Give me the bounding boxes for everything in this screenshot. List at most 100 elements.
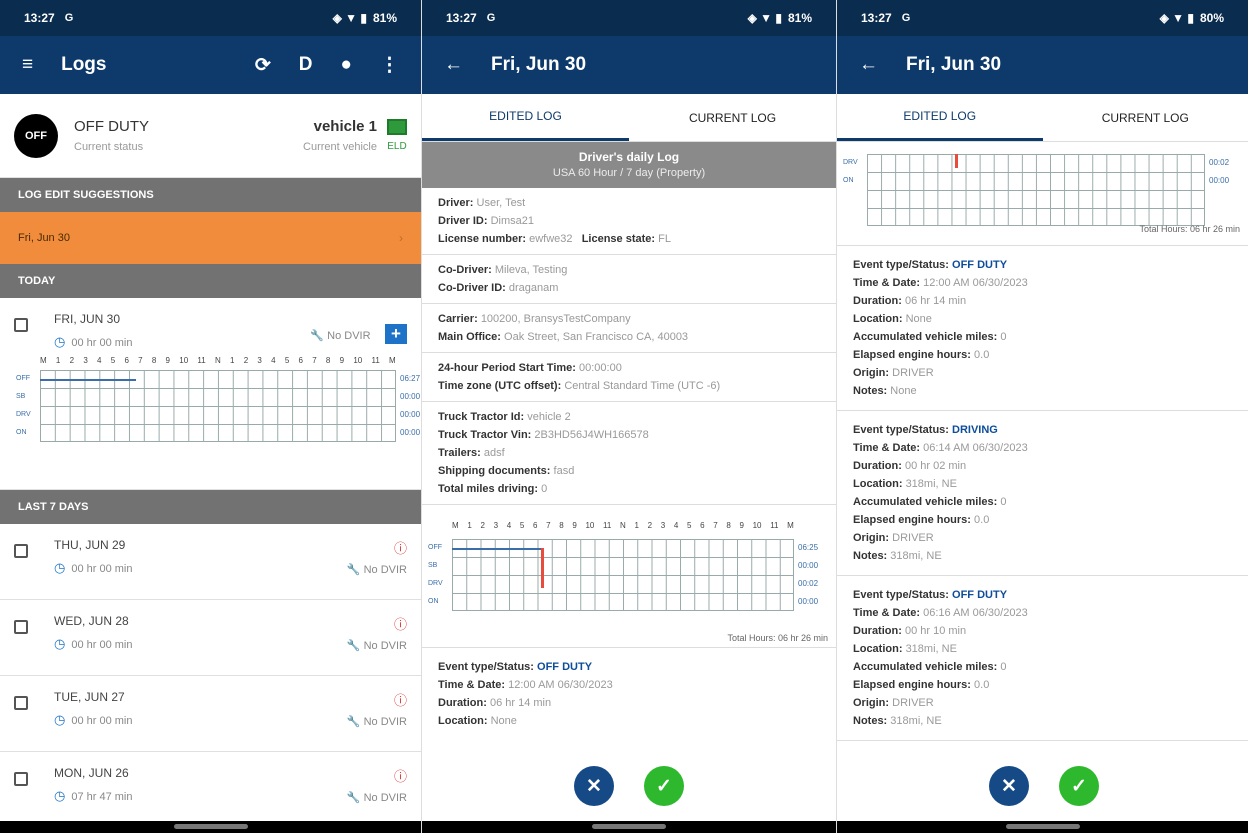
event-status: OFF DUTY — [952, 589, 1008, 601]
accept-button[interactable]: ✓ — [644, 766, 684, 806]
home-handle[interactable] — [592, 824, 666, 829]
hour-label: 5 — [686, 521, 692, 530]
event-duration: 06 hr 14 min — [904, 295, 967, 307]
field-label: Origin: — [853, 367, 890, 379]
clock-icon: ◷ — [54, 560, 66, 575]
hour-labels: M 1 2 3 4 5 6 7 8 9 10 11 N 1 2 3 4 5 6 7 8 9 10 11 M — [40, 356, 396, 365]
license-number: ewfwe32 — [529, 233, 573, 245]
log-graph: DRV 00:02 ON 00:00 — [837, 142, 1248, 226]
hour-label: N — [214, 356, 221, 365]
day-name: TUE, JUN 27 — [54, 690, 125, 704]
checkbox[interactable] — [14, 696, 28, 710]
today-log[interactable]: FRI, JUN 30 ◷ 00 hr 00 min 🔧 No DVIR + M1… — [0, 298, 421, 490]
signal-icon: ◈ ▼ ▮ — [1159, 11, 1194, 25]
day-log-item[interactable]: WED, JUN 28 ◷ 00 hr 00 min ⓘ 🔧 No DVIR — [0, 600, 421, 676]
day-log-item[interactable]: MON, JUN 26 ◷ 07 hr 47 min ⓘ 🔧 No DVIR — [0, 752, 421, 828]
signal-icon: ◈ ▼ ▮ — [332, 11, 367, 25]
event-miles: 0 — [1000, 331, 1007, 343]
hour-label: 8 — [151, 356, 157, 365]
day-right: ⓘ 🔧 No DVIR — [347, 538, 407, 576]
checkbox[interactable] — [14, 620, 28, 634]
checkbox[interactable] — [14, 544, 28, 558]
accept-button[interactable]: ✓ — [1059, 766, 1099, 806]
tab-current-log[interactable]: CURRENT LOG — [1043, 94, 1248, 141]
home-handle[interactable] — [1005, 824, 1080, 829]
eld-indicator: ELD — [387, 119, 407, 152]
row-total: 00:02 — [1209, 158, 1230, 167]
tab-edited-log[interactable]: EDITED LOG — [422, 94, 629, 141]
event-field: Duration: 06 hr 14 min — [853, 292, 1232, 310]
menu-icon[interactable]: ≡ — [22, 54, 33, 76]
event-miles: 0 — [1000, 661, 1007, 673]
duty-line — [40, 379, 136, 381]
row-label: DRV — [16, 411, 31, 418]
close-icon: ✕ — [1001, 775, 1017, 797]
hour-label: 2 — [480, 521, 485, 530]
field-label: Origin: — [853, 532, 890, 544]
checkbox[interactable] — [14, 318, 28, 332]
field-label: Notes: — [853, 550, 888, 562]
day-row: WED, JUN 28 ◷ 00 hr 00 min ⓘ 🔧 No DVIR — [14, 614, 407, 652]
current-status-panel[interactable]: OFF OFF DUTY Current status vehicle 1 Cu… — [0, 94, 421, 178]
field-label: Time & Date: — [853, 277, 921, 289]
log-header: Driver's daily Log USA 60 Hour / 7 day (… — [422, 142, 836, 188]
total-miles: 0 — [541, 483, 548, 495]
close-icon: ✕ — [586, 775, 602, 797]
check-icon: ✓ — [656, 775, 672, 797]
field-label: Origin: — [853, 697, 890, 709]
duty-status-button[interactable]: D — [299, 54, 313, 77]
reject-button[interactable]: ✕ — [989, 766, 1029, 806]
dvir-status: No DVIR — [363, 716, 407, 728]
field-label: Accumulated vehicle miles: — [853, 661, 998, 673]
duty-line — [452, 548, 541, 550]
day-info: WED, JUN 28 ◷ 00 hr 00 min — [54, 614, 133, 652]
edit-marker — [954, 154, 958, 169]
app-bar: ← Fri, Jun 30 — [422, 36, 836, 94]
event-field: Notes: 318mi, NE — [853, 712, 1232, 730]
hour-label: 2 — [69, 356, 75, 365]
event-field: Origin: DRIVER — [853, 694, 1232, 712]
row-label: DRV — [428, 580, 443, 587]
tab-edited-log[interactable]: EDITED LOG — [837, 94, 1043, 141]
field-label: Location: — [853, 643, 903, 655]
sync-icon[interactable]: ⟳ — [255, 54, 271, 77]
wrench-icon: 🔧 — [346, 792, 361, 804]
driver-name: User, Test — [476, 197, 526, 209]
event-card: Event type/Status: OFF DUTY Time & Date: … — [837, 246, 1248, 411]
field-label: Accumulated vehicle miles: — [853, 331, 998, 343]
event-duration: 00 hr 10 min — [904, 625, 967, 637]
dvir-status: No DVIR — [327, 330, 371, 342]
row-label: ON — [428, 598, 439, 605]
event-engine-hours: 0.0 — [974, 349, 990, 361]
row-label: OFF — [16, 375, 30, 382]
dvir-status: No DVIR — [363, 564, 407, 576]
checkbox[interactable] — [14, 772, 28, 786]
home-handle[interactable] — [173, 824, 248, 829]
event-field: Time & Date: 06:14 AM 06/30/2023 — [853, 439, 1232, 457]
event-location: 318mi, NE — [905, 643, 957, 655]
suggestion-item[interactable]: Fri, Jun 30 › — [0, 212, 421, 264]
back-arrow-icon[interactable]: ← — [444, 54, 463, 76]
event-miles: 0 — [1000, 496, 1007, 508]
field-label: Event type/Status: — [853, 424, 949, 436]
event-notes: 318mi, NE — [890, 550, 942, 562]
event-field: Event type/Status: DRIVING — [853, 421, 1232, 439]
alert-icon: ⓘ — [393, 617, 407, 632]
page-title: Fri, Jun 30 — [491, 54, 587, 75]
back-arrow-icon[interactable]: ← — [859, 54, 878, 76]
add-dvir-button[interactable]: + — [385, 324, 407, 344]
more-vert-icon[interactable]: ⋮ — [380, 54, 399, 77]
tab-current-log[interactable]: CURRENT LOG — [629, 94, 836, 141]
day-log-item[interactable]: THU, JUN 29 ◷ 00 hr 00 min ⓘ 🔧 No DVIR — [0, 524, 421, 600]
location-pin-icon[interactable]: ● — [341, 54, 352, 77]
field-label: Time & Date: — [853, 607, 921, 619]
day-log-item[interactable]: TUE, JUN 27 ◷ 00 hr 00 min ⓘ 🔧 No DVIR — [0, 676, 421, 752]
reject-button[interactable]: ✕ — [574, 766, 614, 806]
row-total: 06:27 — [400, 374, 421, 383]
shipping-docs: fasd — [553, 465, 575, 477]
hour-label: 1 — [634, 521, 639, 530]
hour-label: 7 — [312, 356, 317, 365]
battery-level: 81% — [787, 11, 812, 25]
period-info: 24-hour Period Start Time: 00:00:00 Time… — [422, 353, 836, 402]
log-graph: M 1 2 3 4 5 6 7 8 9 10 11 N 1 2 3 4 5 6 7 8 9 10 11 M OFF 06:25 SB 0… — [422, 521, 836, 633]
